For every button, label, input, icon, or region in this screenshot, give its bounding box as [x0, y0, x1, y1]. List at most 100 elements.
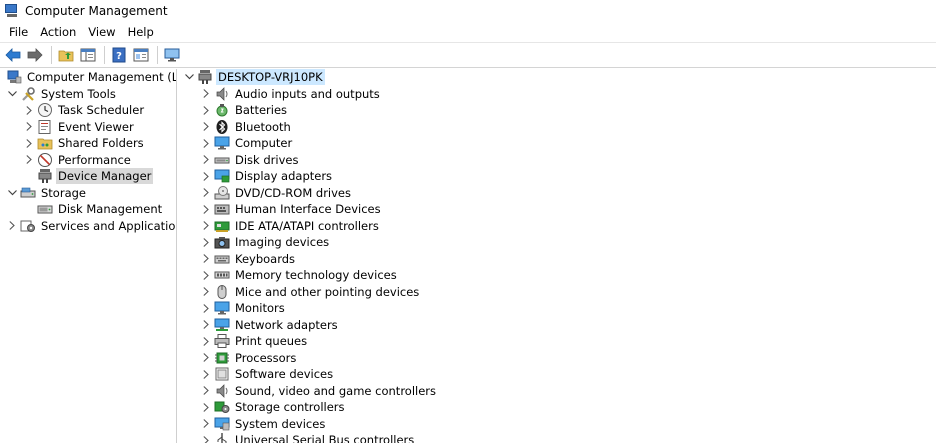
chevron-right-icon[interactable] [201, 237, 211, 247]
chevron-right-icon[interactable] [201, 353, 211, 363]
help-icon: ? [112, 47, 126, 63]
device-category-sound-video-and-game-controllers[interactable]: Sound, video and game controllers [180, 383, 936, 400]
menu-file[interactable]: File [0, 22, 34, 42]
tree-item-task-scheduler[interactable]: Task Scheduler [0, 102, 176, 119]
device-category-system-devices[interactable]: System devices [180, 416, 936, 433]
toolbar-separator [157, 46, 158, 64]
show-hide-console-tree-button[interactable] [78, 45, 98, 65]
computer-root-icon [197, 69, 213, 85]
menu-bar: File Action View Help [0, 22, 936, 42]
chevron-right-icon[interactable] [201, 369, 211, 379]
device-category-label: Network adapters [235, 317, 338, 332]
device-category-display-adapters[interactable]: Display adapters [180, 168, 936, 185]
chevron-right-icon[interactable] [201, 303, 211, 313]
device-category-audio-inputs-and-outputs[interactable]: Audio inputs and outputs [180, 86, 936, 103]
chevron-right-icon[interactable] [201, 320, 211, 330]
device-manager-pane[interactable]: DESKTOP-VRJ10PK Audio inputs and outputs… [180, 69, 936, 443]
device-category-universal-serial-bus-controllers[interactable]: Universal Serial Bus controllers [180, 432, 936, 443]
device-category-disk-drives[interactable]: Disk drives [180, 152, 936, 169]
device-category-network-adapters[interactable]: Network adapters [180, 317, 936, 334]
chevron-right-icon[interactable] [201, 105, 211, 115]
device-category-software-devices[interactable]: Software devices [180, 366, 936, 383]
chevron-right-icon[interactable] [201, 435, 211, 443]
device-category-ide-ata-atapi-controllers[interactable]: IDE ATA/ATAPI controllers [180, 218, 936, 235]
device-manager-icon [37, 168, 53, 184]
chevron-right-icon[interactable] [201, 386, 211, 396]
chevron-right-icon[interactable] [24, 122, 34, 132]
device-category-keyboards[interactable]: Keyboards [180, 251, 936, 268]
console-tree-pane[interactable]: Computer Management (LocalSystem Tools Ta… [0, 69, 177, 443]
device-category-memory-technology-devices[interactable]: Memory technology devices [180, 267, 936, 284]
menu-action[interactable]: Action [34, 22, 82, 42]
chevron-right-icon[interactable] [24, 155, 34, 165]
storage-controller-icon [214, 399, 230, 415]
monitor-button[interactable] [162, 45, 182, 65]
chevron-right-icon[interactable] [7, 221, 17, 231]
chevron-down-icon[interactable] [7, 188, 17, 198]
device-category-dvd-cd-rom-drives[interactable]: DVD/CD-ROM drives [180, 185, 936, 202]
device-category-print-queues[interactable]: Print queues [180, 333, 936, 350]
tree-item-services-and-applications[interactable]: Services and Applications [0, 218, 176, 235]
tree-item-label: System Tools [41, 86, 116, 101]
chevron-right-icon[interactable] [201, 336, 211, 346]
tree-item-event-viewer[interactable]: Event Viewer [0, 119, 176, 136]
chevron-right-icon[interactable] [24, 105, 34, 115]
device-category-human-interface-devices[interactable]: Human Interface Devices [180, 201, 936, 218]
up-one-level-button[interactable] [56, 45, 76, 65]
chevron-down-icon[interactable] [184, 72, 194, 82]
forward-button[interactable] [25, 45, 45, 65]
device-category-computer[interactable]: Computer [180, 135, 936, 152]
monitor-icon [214, 300, 230, 316]
chevron-down-icon[interactable] [7, 89, 17, 99]
device-tree: DESKTOP-VRJ10PK Audio inputs and outputs… [180, 69, 936, 443]
device-category-storage-controllers[interactable]: Storage controllers [180, 399, 936, 416]
chevron-right-icon[interactable] [201, 270, 211, 280]
sound-icon [214, 383, 230, 399]
help-button[interactable]: ? [109, 45, 129, 65]
bluetooth-icon [214, 119, 230, 135]
chevron-right-icon[interactable] [24, 138, 34, 148]
chevron-right-icon[interactable] [201, 402, 211, 412]
usb-icon [214, 432, 230, 443]
device-category-label: Disk drives [235, 152, 299, 167]
device-category-label: Print queues [235, 334, 308, 349]
device-category-batteries[interactable]: Batteries [180, 102, 936, 119]
chevron-right-icon[interactable] [201, 204, 211, 214]
tree-item-shared-folders[interactable]: Shared Folders [0, 135, 176, 152]
device-tree-root[interactable]: DESKTOP-VRJ10PK [180, 69, 936, 86]
camera-icon [214, 234, 230, 250]
chevron-right-icon[interactable] [201, 419, 211, 429]
chevron-right-icon[interactable] [201, 254, 211, 264]
svg-text:?: ? [116, 51, 122, 62]
tree-item-disk-management[interactable]: Disk Management [0, 201, 176, 218]
chevron-placeholder [24, 171, 34, 181]
tree-item-system-tools[interactable]: System Tools [0, 86, 176, 103]
chevron-right-icon[interactable] [201, 221, 211, 231]
tree-item-device-manager[interactable]: Device Manager [0, 168, 176, 185]
menu-view[interactable]: View [82, 22, 121, 42]
chevron-right-icon[interactable] [201, 89, 211, 99]
chevron-right-icon[interactable] [201, 155, 211, 165]
device-category-imaging-devices[interactable]: Imaging devices [180, 234, 936, 251]
disk-drive-icon [214, 152, 230, 168]
tree-item-computer-management-local[interactable]: Computer Management (Local [0, 69, 176, 86]
chevron-right-icon[interactable] [201, 138, 211, 148]
device-category-label: DVD/CD-ROM drives [235, 185, 351, 200]
device-category-label: Imaging devices [235, 235, 330, 250]
device-category-monitors[interactable]: Monitors [180, 300, 936, 317]
back-button[interactable] [3, 45, 23, 65]
chevron-right-icon[interactable] [201, 171, 211, 181]
chevron-right-icon[interactable] [201, 122, 211, 132]
tree-item-storage[interactable]: Storage [0, 185, 176, 202]
device-category-processors[interactable]: Processors [180, 350, 936, 367]
device-category-mice-and-other-pointing-devices[interactable]: Mice and other pointing devices [180, 284, 936, 301]
device-category-label: System devices [235, 416, 326, 431]
device-category-label: Batteries [235, 103, 288, 118]
chevron-right-icon[interactable] [201, 287, 211, 297]
chevron-right-icon[interactable] [201, 188, 211, 198]
title-bar: Computer Management [0, 0, 936, 22]
tree-item-performance[interactable]: Performance [0, 152, 176, 169]
device-category-bluetooth[interactable]: Bluetooth [180, 119, 936, 136]
menu-help[interactable]: Help [122, 22, 160, 42]
properties-button[interactable] [131, 45, 151, 65]
